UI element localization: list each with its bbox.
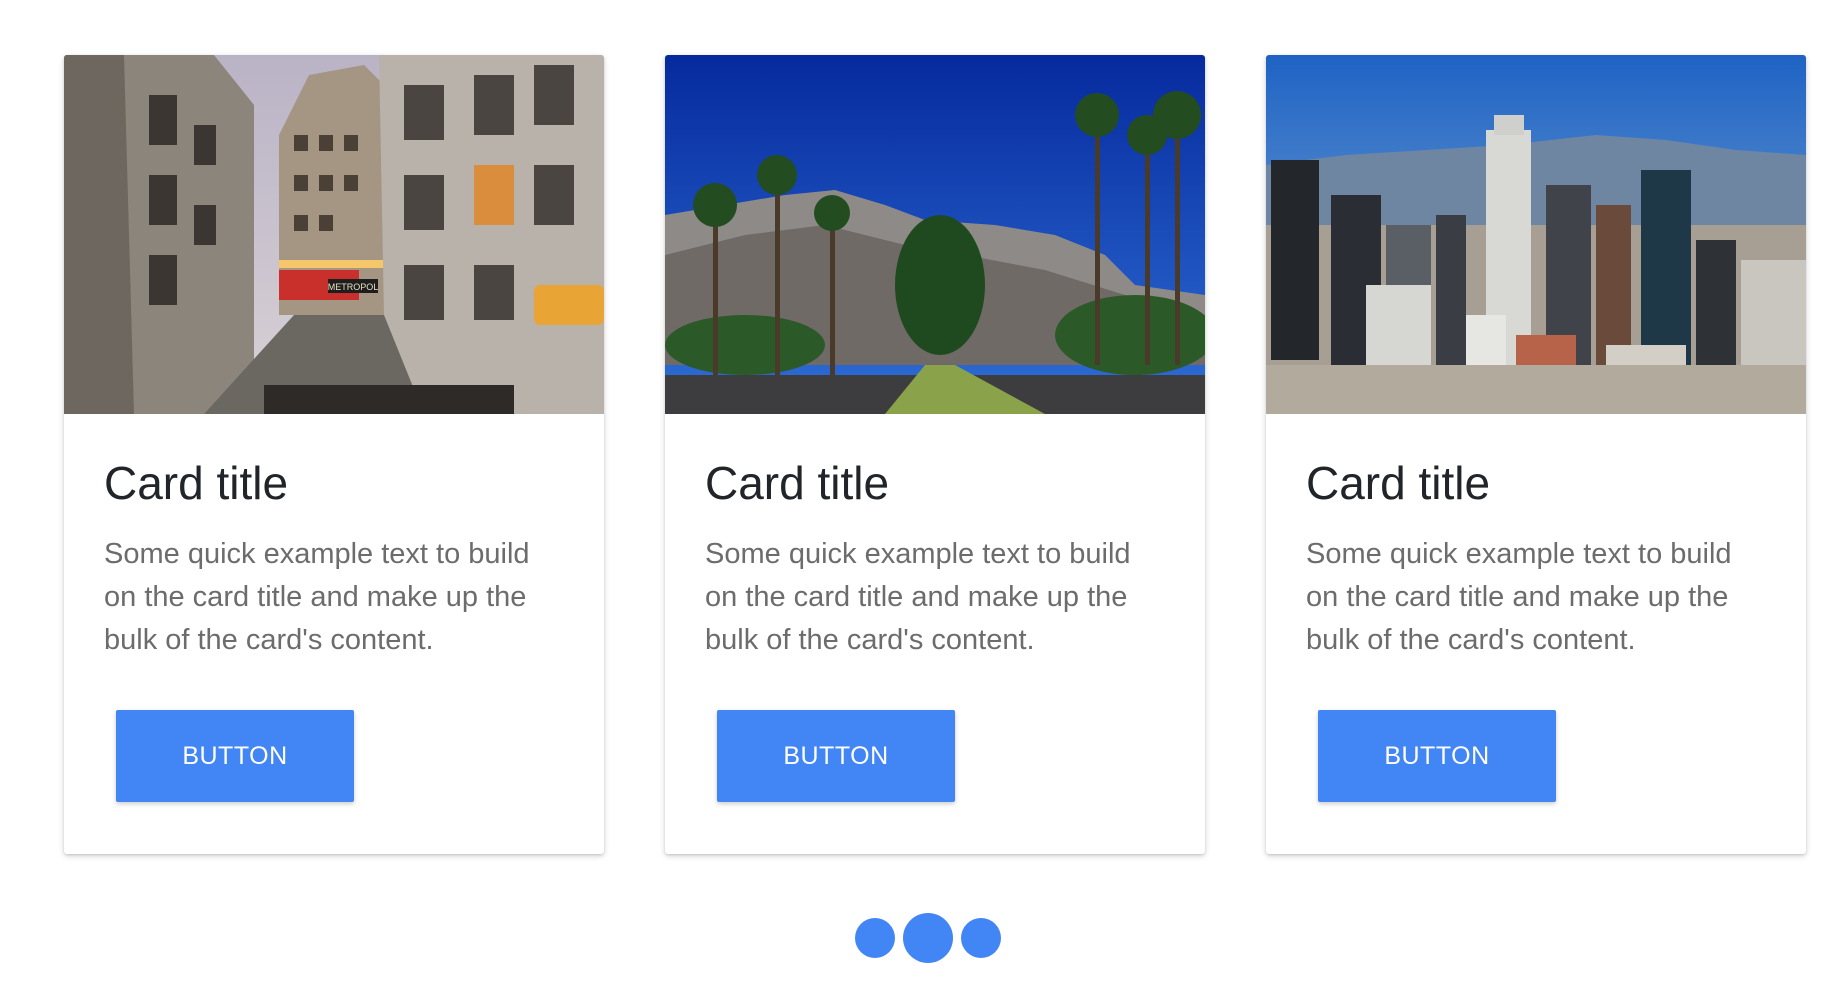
card-3: Card title Some quick example text to bu…	[1266, 55, 1806, 854]
card-title: Card title	[705, 457, 890, 509]
card-text: Some quick example text to build on the …	[1306, 538, 1732, 657]
card-body: Card title Some quick example text to bu…	[1266, 414, 1806, 662]
metropol-sign: METROPOL	[328, 282, 379, 292]
cards-row: METROPOL Card title Some quick example t…	[64, 55, 1806, 854]
indicator-dot-2-active[interactable]	[903, 913, 953, 963]
card-1: METROPOL Card title Some quick example t…	[64, 55, 604, 854]
card-image-city	[1266, 55, 1806, 414]
card-2: Card title Some quick example text to bu…	[665, 55, 1205, 854]
indicator-dot-1[interactable]	[855, 918, 895, 958]
carousel-stage: METROPOL Card title Some quick example t…	[0, 0, 1844, 1005]
card-image-street: METROPOL	[64, 55, 604, 414]
card-body: Card title Some quick example text to bu…	[665, 414, 1205, 662]
card-text: Some quick example text to build on the …	[104, 538, 530, 657]
card-title: Card title	[1306, 457, 1491, 509]
card-image-palms	[665, 55, 1205, 414]
card-button[interactable]: BUTTON	[717, 710, 955, 802]
card-button[interactable]: BUTTON	[116, 710, 354, 802]
carousel-indicators	[855, 913, 1001, 963]
card-text: Some quick example text to build on the …	[705, 538, 1131, 657]
indicator-dot-3[interactable]	[961, 918, 1001, 958]
card-button[interactable]: BUTTON	[1318, 710, 1556, 802]
card-body: Card title Some quick example text to bu…	[64, 414, 604, 662]
card-title: Card title	[104, 457, 289, 509]
